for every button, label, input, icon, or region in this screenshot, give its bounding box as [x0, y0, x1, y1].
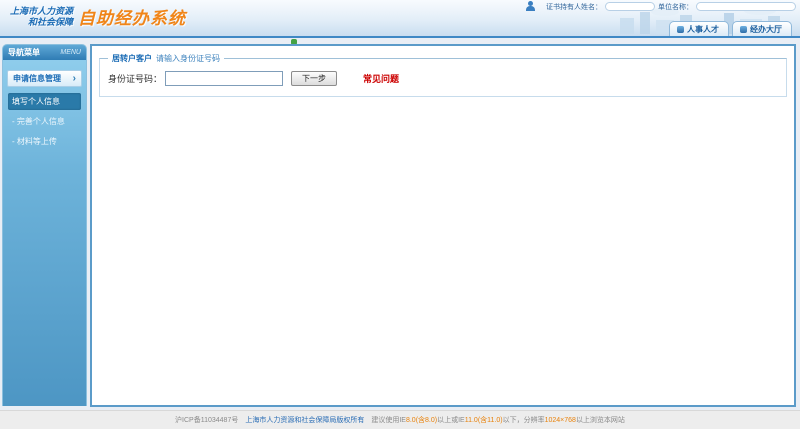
sidebar-header: 导航菜单 MENU — [3, 45, 86, 60]
user-info-bar: 证书持有人姓名： 单位名称： — [525, 1, 796, 12]
sidebar: 导航菜单 MENU 申请信息管理 › 填写个人信息 - 完善个人信息 - 材料等… — [2, 44, 87, 406]
tab-personnel-talent[interactable]: 人事人才 — [669, 21, 729, 36]
unit-name-label: 单位名称： — [658, 3, 693, 11]
unit-name-input[interactable] — [696, 2, 796, 11]
header: 上海市人力资源 和社会保障 自助经办系统 证书持有人姓名： 单位名称： 人事人才… — [0, 0, 800, 38]
cert-holder-input[interactable] — [605, 2, 655, 11]
footer: 沪ICP备11034487号 上海市人力资源和社会保障局版权所有 建议使用IE … — [0, 410, 800, 429]
id-number-input[interactable] — [165, 71, 284, 86]
browser-advice-3: 以下，分辨率 — [502, 417, 545, 424]
browser-advice-1: 建议使用IE — [371, 417, 406, 424]
page: 上海市人力资源 和社会保障 自助经办系统 证书持有人姓名： 单位名称： 人事人才… — [0, 0, 800, 429]
icp-number: 沪ICP备11034487号 — [175, 417, 239, 424]
id-number-label: 身份证号码： — [108, 74, 163, 84]
faq-link[interactable]: 常见问题 — [363, 72, 399, 85]
tab-service-hall[interactable]: 经办大厅 — [732, 21, 792, 36]
browser-version-2: 11.0(含11.0) — [464, 417, 503, 424]
browser-advice-4: 以上浏览本网站 — [575, 417, 625, 424]
id-form-row: 身份证号码： 下一步 常见问题 — [108, 71, 778, 86]
sidebar-item-fill-personal-info[interactable]: 填写个人信息 — [8, 93, 81, 110]
next-step-button[interactable]: 下一步 — [291, 71, 338, 86]
tab-label: 经办大厅 — [750, 24, 782, 34]
sidebar-group-label: 申请信息管理 — [13, 74, 61, 83]
sidebar-group-application-info[interactable]: 申请信息管理 › — [7, 70, 82, 87]
legend-instruction: 请输入身份证号码 — [156, 54, 220, 63]
cert-holder-label: 证书持有人姓名： — [546, 3, 602, 11]
legend-customer-type: 居转户客户 — [112, 54, 152, 63]
tab-label: 人事人才 — [687, 24, 719, 34]
top-nav-tabs: 人事人才 经办大厅 — [669, 21, 792, 36]
fieldset-legend: 居转户客户 请输入身份证号码 — [108, 53, 224, 64]
app-logo: 上海市人力资源 和社会保障 自助经办系统 — [10, 4, 186, 29]
id-entry-fieldset: 居转户客户 请输入身份证号码 身份证号码： 下一步 常见问题 — [99, 53, 787, 97]
sidebar-item-complete-personal-info[interactable]: - 完善个人信息 — [8, 113, 81, 130]
app-title: 自助经办系统 — [78, 9, 187, 28]
browser-version-1: 8.0(含8.0) — [405, 417, 438, 424]
sidebar-sub-list: 填写个人信息 - 完善个人信息 - 材料等上传 — [3, 93, 86, 150]
logo-line-2: 和社会保障 — [28, 16, 74, 27]
sidebar-item-material-upload[interactable]: - 材料等上传 — [8, 133, 81, 150]
resolution-value: 1024×768 — [544, 416, 576, 424]
copyright-text[interactable]: 上海市人力资源和社会保障局版权所有 — [245, 415, 364, 425]
chevron-right-icon: › — [72, 72, 76, 84]
browser-advice-2: 以上或IE — [437, 417, 465, 424]
people-icon — [677, 25, 684, 33]
menu-tag: MENU — [60, 49, 81, 56]
logo-subtitle: 上海市人力资源 和社会保障 — [10, 6, 73, 28]
sidebar-title: 导航菜单 — [8, 48, 40, 57]
building-icon — [740, 25, 747, 33]
logo-line-1: 上海市人力资源 — [10, 5, 74, 16]
person-icon — [525, 1, 537, 12]
main-content-panel: 居转户客户 请输入身份证号码 身份证号码： 下一步 常见问题 — [90, 44, 796, 407]
